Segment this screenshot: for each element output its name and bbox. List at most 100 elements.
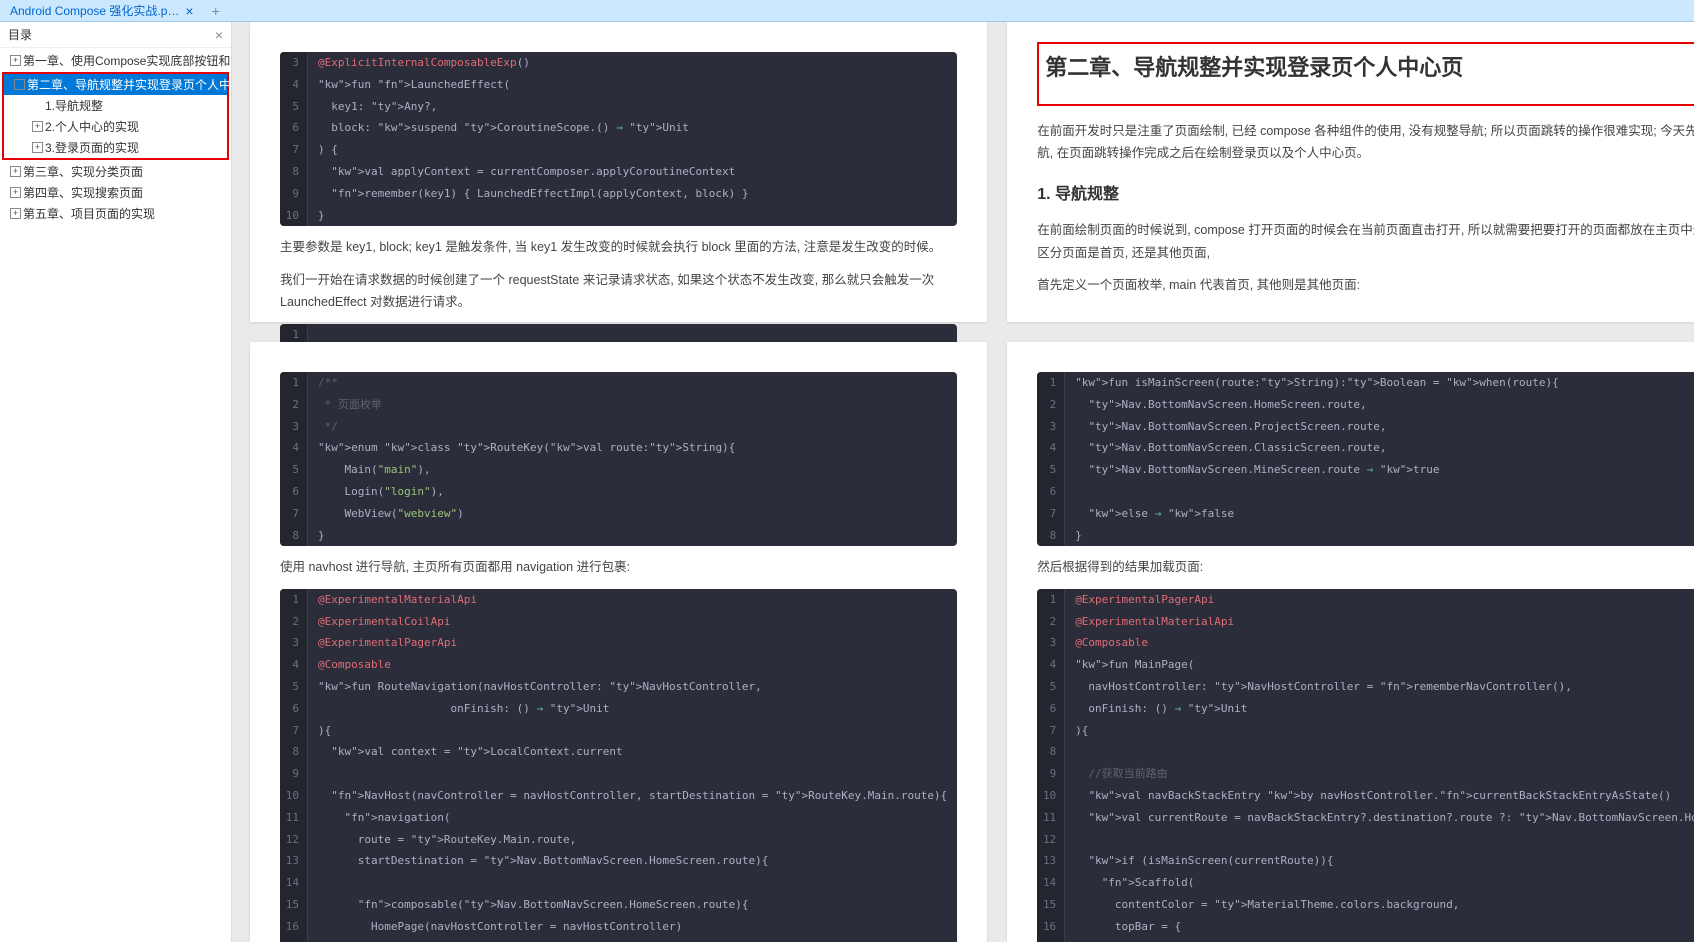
line-code: contentColor = "ty">MaterialTheme.colors… [1065, 894, 1469, 916]
line-code: topBar = { [1065, 938, 1204, 942]
expand-icon[interactable]: + [10, 55, 21, 66]
line-number: 12 [1037, 829, 1065, 851]
line-code: "fn">navigation( [308, 807, 460, 829]
code-line: 2@ExperimentalCoilApi [280, 611, 957, 633]
code-line: 2 * 页面枚举 [280, 394, 957, 416]
line-code: route = "ty">RouteKey.Main.route, [308, 829, 586, 851]
toc-item[interactable]: +第一章、使用Compose实现底部按钮和首页 [0, 50, 231, 71]
toc-item[interactable]: +第四章、实现搜索页面 [0, 182, 231, 203]
code-line: 9 "fn">remember(key1) { LaunchedEffectIm… [280, 183, 957, 205]
code-line: 1"kw">fun isMainScreen(route:"ty">String… [1037, 372, 1694, 394]
line-number: 1 [280, 589, 308, 611]
line-number: 3 [1037, 632, 1065, 654]
line-code: } [1065, 525, 1092, 547]
line-number: 4 [280, 437, 308, 459]
code-line: 5 Main("main"), [280, 459, 957, 481]
line-number: 5 [1037, 676, 1065, 698]
expand-icon[interactable]: + [10, 208, 21, 219]
toc-item[interactable]: +3.登录页面的实现 [4, 137, 227, 158]
line-number: 16 [280, 916, 308, 938]
line-number: 1 [1037, 589, 1065, 611]
code-line: 7){ [280, 720, 957, 742]
code-line: 9 [280, 763, 957, 785]
line-number: 5 [280, 459, 308, 481]
expand-icon[interactable]: + [32, 142, 43, 153]
toc-item[interactable]: −第二章、导航规整并实现登录页个人中心页 [4, 74, 227, 95]
code-line: 6 onFinish: () → "ty">Unit [280, 698, 957, 720]
code-line: 10} [280, 205, 957, 227]
code-line: 17 topBar = { [1037, 938, 1694, 942]
line-number: 3 [280, 52, 308, 74]
line-code: "kw">fun MainPage( [1065, 654, 1204, 676]
expand-icon[interactable]: − [14, 79, 25, 90]
line-number: 15 [1037, 894, 1065, 916]
toc-label: 第三章、实现分类页面 [23, 163, 143, 180]
toc-highlight-box: −第二章、导航规整并实现登录页个人中心页1.导航规整+2.个人中心的实现+3.登… [2, 72, 229, 160]
line-number: 5 [280, 676, 308, 698]
paragraph: 我们一开始在请求数据的时候创建了一个 requestState 来记录请求状态,… [280, 269, 957, 314]
line-code: "kw">fun isMainScreen(route:"ty">String)… [1065, 372, 1569, 394]
line-number: 8 [1037, 525, 1065, 547]
tab-close-icon[interactable]: × [185, 3, 193, 19]
line-number: 9 [280, 183, 308, 205]
tab-add-icon[interactable]: + [204, 3, 228, 19]
code-line: 15 contentColor = "ty">MaterialTheme.col… [1037, 894, 1694, 916]
document-page: 3@ExplicitInternalComposableExp()4"kw">f… [250, 22, 987, 322]
line-code: onFinish: () → "ty">Unit [1065, 698, 1257, 720]
code-line: 7){ [1037, 720, 1694, 742]
code-line: 11 "kw">val currentRoute = navBackStackE… [1037, 807, 1694, 829]
code-block: 1@ExperimentalMaterialApi2@ExperimentalC… [280, 589, 957, 942]
line-code: key1: "ty">Any?, [308, 96, 447, 118]
tab-bar: Android Compose 强化实战.p… × + [0, 0, 1694, 22]
code-block: 1"kw">fun isMainScreen(route:"ty">String… [1037, 372, 1694, 546]
line-code: Main("main"), [308, 459, 441, 481]
expand-icon[interactable]: + [32, 121, 43, 132]
code-line: 3@Composable [1037, 632, 1694, 654]
code-line: 4"kw">fun MainPage( [1037, 654, 1694, 676]
content-area[interactable]: 3@ExplicitInternalComposableExp()4"kw">f… [232, 22, 1694, 942]
sidebar-close-icon[interactable]: × [215, 27, 223, 43]
expand-icon[interactable]: + [10, 187, 21, 198]
line-code: "fn">remember(key1) { LaunchedEffectImpl… [308, 183, 758, 205]
section-heading: 1. 导航规整 [1037, 181, 1694, 210]
line-number: 8 [280, 525, 308, 547]
line-number: 2 [280, 611, 308, 633]
line-code: Login("login"), [308, 481, 454, 503]
paragraph: 在前面绘制页面的时候说到, compose 打开页面的时候会在当前页面直击打开,… [1037, 219, 1694, 264]
line-number: 10 [280, 785, 308, 807]
line-code: "ty">Nav.BottomNavScreen.ProjectScreen.r… [1065, 416, 1396, 438]
toc-label: 2.个人中心的实现 [45, 118, 139, 135]
code-block: 3@ExplicitInternalComposableExp()4"kw">f… [280, 52, 957, 226]
code-line: 1@ExperimentalMaterialApi [280, 589, 957, 611]
line-number: 13 [1037, 850, 1065, 872]
line-code: "fn">NavHost(navController = navHostCont… [308, 785, 957, 807]
line-number: 17 [1037, 938, 1065, 942]
line-code: ) { [308, 139, 348, 161]
toc-item[interactable]: 1.导航规整 [4, 95, 227, 116]
line-code: "ty">Nav.BottomNavScreen.ClassicScreen.r… [1065, 437, 1396, 459]
line-number: 2 [1037, 611, 1065, 633]
toc-item[interactable]: +第三章、实现分类页面 [0, 161, 231, 182]
toc-item[interactable]: +2.个人中心的实现 [4, 116, 227, 137]
line-code: @ExperimentalPagerApi [308, 632, 467, 654]
code-line: 8 "kw">val applyContext = currentCompose… [280, 161, 957, 183]
line-number: 8 [1037, 741, 1065, 763]
toc-label: 第二章、导航规整并实现登录页个人中心页 [27, 76, 231, 93]
line-number: 6 [1037, 698, 1065, 720]
document-tab[interactable]: Android Compose 强化实战.p… × [0, 0, 204, 21]
line-number: 7 [1037, 503, 1065, 525]
expand-icon[interactable]: + [10, 166, 21, 177]
code-block: 1@ExperimentalPagerApi2@ExperimentalMate… [1037, 589, 1694, 942]
code-line: 5 navHostController: "ty">NavHostControl… [1037, 676, 1694, 698]
code-line: 6 Login("login"), [280, 481, 957, 503]
code-line: 3@ExplicitInternalComposableExp() [280, 52, 957, 74]
code-line: 4"kw">enum "kw">class "ty">RouteKey("kw"… [280, 437, 957, 459]
line-code: onFinish: () → "ty">Unit [308, 698, 619, 720]
line-number: 7 [1037, 720, 1065, 742]
toc-label: 3.登录页面的实现 [45, 139, 139, 156]
paragraph: 然后根据得到的结果加载页面: [1037, 556, 1694, 579]
line-code: @Composable [1065, 632, 1158, 654]
code-line: 14 [280, 872, 957, 894]
paragraph: 使用 navhost 进行导航, 主页所有页面都用 navigation 进行包… [280, 556, 957, 579]
toc-item[interactable]: +第五章、项目页面的实现 [0, 203, 231, 224]
